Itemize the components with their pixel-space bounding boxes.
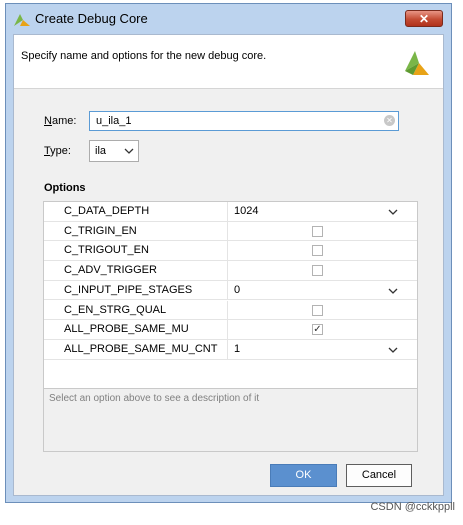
dialog-window: Create Debug Core ✕ Specify name and opt… xyxy=(5,3,452,503)
dialog-header: Specify name and options for the new deb… xyxy=(14,35,443,89)
option-name: C_INPUT_PIPE_STAGES xyxy=(64,283,193,296)
chevron-down-icon[interactable] xyxy=(388,209,398,215)
name-input[interactable]: u_ila_1 xyxy=(89,111,399,131)
option-row[interactable]: ALL_PROBE_SAME_MU_CNT 1 xyxy=(44,339,417,360)
type-select-value: ila xyxy=(95,145,107,157)
column-separator xyxy=(227,300,228,320)
column-separator xyxy=(227,202,228,221)
chevron-down-icon[interactable] xyxy=(388,347,398,353)
column-separator xyxy=(227,261,228,280)
option-name: ALL_PROBE_SAME_MU_CNT xyxy=(64,342,218,355)
chevron-down-icon xyxy=(124,148,134,154)
clear-icon[interactable]: ✕ xyxy=(384,115,395,126)
type-select[interactable]: ila xyxy=(89,140,139,162)
dialog-client-area: Specify name and options for the new deb… xyxy=(13,34,444,496)
header-description: Specify name and options for the new deb… xyxy=(21,50,267,62)
option-description-box: Select an option above to see a descript… xyxy=(43,388,418,452)
column-separator xyxy=(227,221,228,241)
option-row[interactable]: C_TRIGOUT_EN xyxy=(44,241,417,262)
option-checkbox[interactable] xyxy=(312,225,323,237)
title-bar[interactable]: Create Debug Core ✕ xyxy=(6,4,451,34)
type-label: Type: xyxy=(44,145,71,157)
option-description-text: Select an option above to see a descript… xyxy=(49,393,260,404)
column-separator xyxy=(227,280,228,300)
close-button[interactable]: ✕ xyxy=(405,10,443,27)
option-value-select[interactable]: 0 xyxy=(234,284,240,296)
option-row[interactable]: C_EN_STRG_QUAL xyxy=(44,300,417,321)
name-label: Name: xyxy=(44,115,77,127)
option-name: C_TRIGIN_EN xyxy=(64,224,137,237)
column-separator xyxy=(227,339,228,359)
option-checkbox[interactable] xyxy=(312,265,323,277)
option-checkbox[interactable] xyxy=(312,245,323,257)
column-separator xyxy=(227,320,228,339)
column-separator xyxy=(227,241,228,261)
option-row[interactable]: C_DATA_DEPTH 1024 xyxy=(44,202,417,222)
vivado-logo-icon xyxy=(14,14,30,26)
option-value-select[interactable]: 1 xyxy=(234,343,240,355)
watermark: CSDN @cckkppll xyxy=(370,501,455,513)
checkmark-icon: ✓ xyxy=(313,324,322,336)
cancel-button[interactable]: Cancel xyxy=(346,464,412,487)
chevron-down-icon[interactable] xyxy=(388,288,398,294)
option-name: C_TRIGOUT_EN xyxy=(64,244,149,257)
window-title: Create Debug Core xyxy=(35,11,148,26)
option-row[interactable]: C_INPUT_PIPE_STAGES 0 xyxy=(44,280,417,301)
dialog-body: Name: u_ila_1 ✕ Type: ila Options C_DATA… xyxy=(14,89,443,495)
ok-button[interactable]: OK xyxy=(270,464,337,487)
option-row[interactable]: ALL_PROBE_SAME_MU ✓ xyxy=(44,320,417,340)
option-row[interactable]: C_TRIGIN_EN xyxy=(44,221,417,242)
option-name: C_ADV_TRIGGER xyxy=(64,264,157,277)
options-table: C_DATA_DEPTH 1024 C_TRIGIN_EN C_TRIGOUT_EN C… xyxy=(43,201,418,391)
option-name: C_EN_STRG_QUAL xyxy=(64,303,167,316)
vivado-logo-icon xyxy=(405,51,429,75)
option-value-select[interactable]: 1024 xyxy=(234,205,258,217)
options-heading: Options xyxy=(44,182,86,194)
option-checkbox-checked[interactable]: ✓ xyxy=(312,324,323,336)
option-checkbox[interactable] xyxy=(312,304,323,316)
option-name: C_DATA_DEPTH xyxy=(64,205,150,217)
option-row[interactable]: C_ADV_TRIGGER xyxy=(44,261,417,281)
option-name: ALL_PROBE_SAME_MU xyxy=(64,323,189,336)
